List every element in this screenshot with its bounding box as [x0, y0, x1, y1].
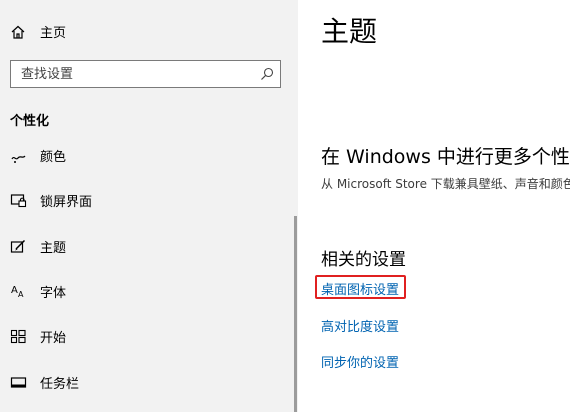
font-icon: A A — [11, 285, 24, 299]
sidebar-item-label: 任务栏 — [40, 377, 80, 392]
start-icon — [10, 329, 26, 344]
sidebar-item-label: 开始 — [40, 331, 67, 346]
sidebar-item-label: 主页 — [40, 26, 67, 41]
settings-window: 主页 个性化 颜色 锁屏界面 — [0, 0, 570, 412]
sidebar-item-label: 字体 — [40, 286, 67, 301]
section-title: 个性化 — [10, 114, 50, 129]
sidebar-item-lock-screen[interactable]: 锁屏界面 — [0, 182, 290, 218]
sidebar-item-colors[interactable]: 颜色 — [0, 137, 290, 173]
sidebar-item-start[interactable]: 开始 — [0, 318, 290, 354]
sidebar-item-home[interactable]: 主页 — [0, 14, 298, 50]
search-icon[interactable] — [260, 67, 274, 81]
theme-icon — [10, 239, 26, 253]
related-settings-heading: 相关的设置 — [321, 250, 406, 270]
search-input[interactable] — [11, 61, 261, 87]
store-heading: 在 Windows 中进行更多个性化 — [321, 146, 570, 168]
lock-screen-icon — [10, 194, 27, 208]
desktop-icon-settings-link[interactable]: 桌面图标设置 — [321, 279, 399, 298]
home-icon — [11, 25, 25, 39]
page-title: 主题 — [321, 15, 378, 48]
sidebar-item-label: 锁屏界面 — [40, 195, 93, 210]
sidebar-item-taskbar[interactable]: 任务栏 — [0, 364, 290, 400]
sidebar-item-fonts[interactable]: A A 字体 — [0, 273, 290, 309]
svg-text:A: A — [18, 290, 24, 299]
high-contrast-settings-link[interactable]: 高对比度设置 — [321, 316, 399, 335]
sync-settings-link[interactable]: 同步你的设置 — [321, 352, 399, 371]
sidebar-item-themes[interactable]: 主题 — [0, 228, 290, 264]
sidebar-scrollbar[interactable] — [294, 216, 297, 412]
sidebar-item-label: 颜色 — [40, 150, 67, 165]
sidebar-item-label: 主题 — [40, 241, 67, 256]
taskbar-icon — [10, 377, 27, 388]
sidebar: 主页 个性化 颜色 锁屏界面 — [0, 0, 298, 412]
svg-text:A: A — [11, 285, 18, 296]
store-description: 从 Microsoft Store 下载兼具壁纸、声音和颜色 — [321, 177, 570, 191]
search-box[interactable] — [10, 60, 281, 88]
palette-icon — [11, 155, 26, 163]
